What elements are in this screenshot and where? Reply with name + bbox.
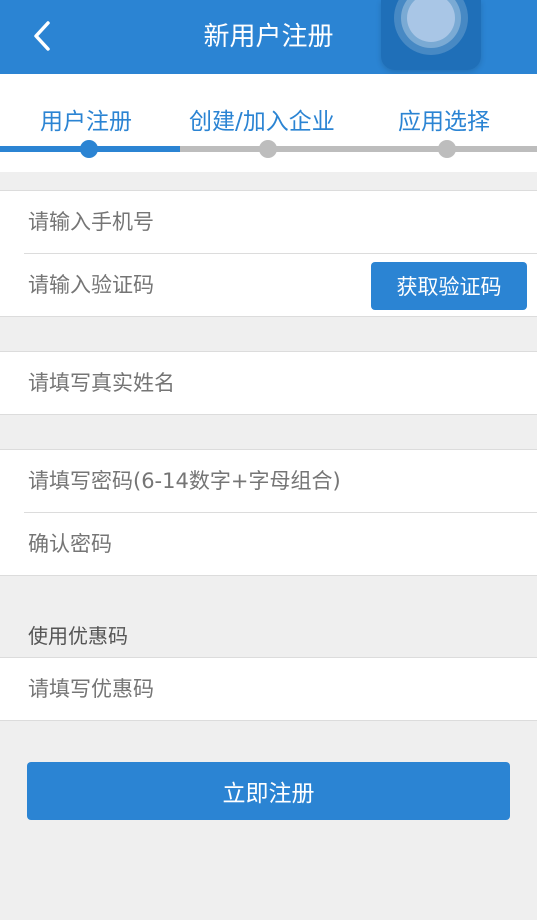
- step-user-register[interactable]: 用户注册: [40, 102, 132, 136]
- password-input[interactable]: [28, 450, 358, 512]
- coupon-input[interactable]: [28, 658, 358, 720]
- step-app-select[interactable]: 应用选择: [398, 102, 490, 136]
- get-code-button[interactable]: 获取验证码: [371, 262, 527, 310]
- coupon-group: [0, 657, 537, 721]
- step-dot-2: [259, 140, 277, 158]
- step-progress-inactive: [180, 146, 537, 152]
- coupon-label: 使用优惠码: [28, 624, 128, 648]
- top-bar: 新用户注册: [0, 0, 537, 74]
- verification-code-input[interactable]: [28, 254, 358, 316]
- step-dot-1: [80, 140, 98, 158]
- real-name-input[interactable]: [28, 352, 358, 414]
- assistive-touch-button[interactable]: [381, 0, 481, 70]
- phone-input[interactable]: [28, 191, 358, 253]
- phone-verify-group: 获取验证码: [0, 190, 537, 317]
- confirm-password-input[interactable]: [28, 513, 358, 575]
- password-group: [0, 449, 537, 576]
- step-create-join-company[interactable]: 创建/加入企业: [189, 102, 335, 136]
- step-dot-3: [438, 140, 456, 158]
- name-group: [0, 351, 537, 415]
- register-button[interactable]: 立即注册: [27, 762, 510, 820]
